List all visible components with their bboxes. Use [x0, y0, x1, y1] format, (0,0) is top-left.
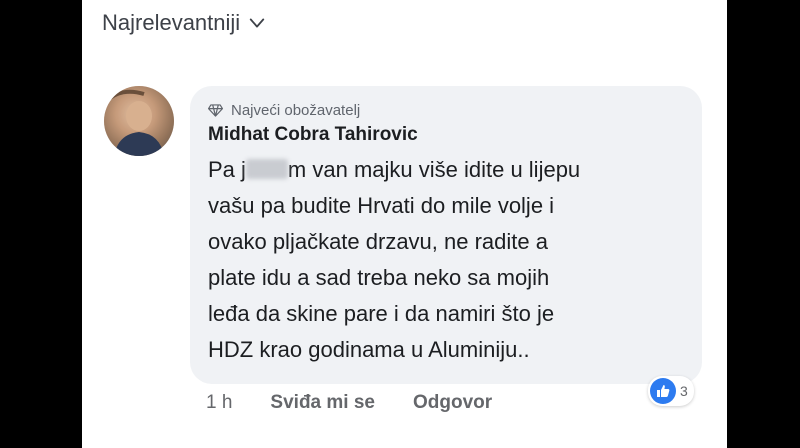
reply-button[interactable]: Odgovor: [413, 392, 492, 414]
reaction-count: 3: [680, 383, 688, 399]
avatar[interactable]: [104, 86, 174, 156]
sort-label: Najrelevantniji: [102, 10, 241, 35]
censored-word: [245, 159, 288, 179]
comment-actions: 1 h Sviđa mi se Odgovor: [206, 392, 492, 414]
chevron-down-icon: [249, 18, 265, 28]
top-fan-badge: Najveći obožavatelj: [208, 100, 684, 120]
comment-line: HDZ krao godinama u Aluminiju..: [208, 337, 530, 362]
comment-panel: Najrelevantniji Najveći obožavatelj Midh…: [82, 0, 727, 448]
comment-line: leđa da skine pare i da namiri što je: [208, 301, 555, 326]
comment-line: plate idu a sad treba neko sa mojih: [208, 265, 550, 290]
author-name[interactable]: Midhat Cobra Tahirovic: [208, 124, 684, 146]
badge-label: Najveći obožavatelj: [231, 101, 361, 119]
reaction-summary[interactable]: 3: [648, 376, 694, 406]
comment-text: Pa jm van majku više idite u lijepu vašu…: [208, 152, 684, 368]
like-reaction-icon: [650, 378, 676, 404]
comment-line: Pa jm van majku više idite u lijepu: [208, 157, 581, 182]
sort-dropdown[interactable]: Najrelevantniji: [102, 10, 266, 36]
comment-line: ovako pljačkate drzavu, ne radite a: [208, 229, 548, 254]
comment-timestamp[interactable]: 1 h: [206, 392, 232, 414]
diamond-icon: [208, 103, 223, 117]
comment-bubble: Najveći obožavatelj Midhat Cobra Tahirov…: [190, 86, 702, 384]
comment-line: vašu pa budite Hrvati do mile volje i: [208, 193, 555, 218]
like-button[interactable]: Sviđa mi se: [270, 392, 375, 414]
